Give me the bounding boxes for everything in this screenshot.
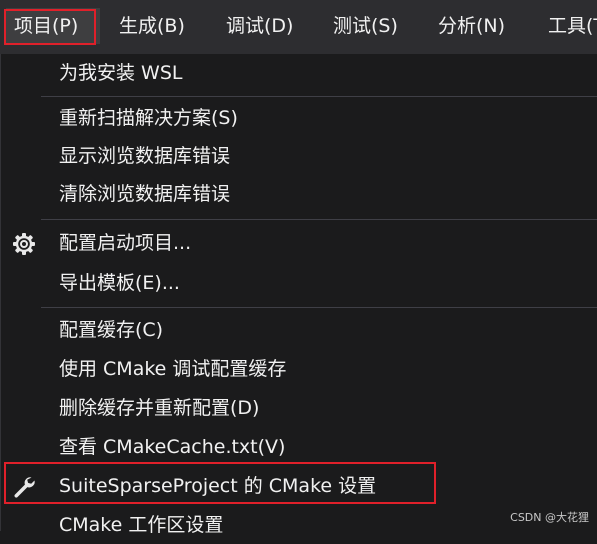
menu-item-label: 清除浏览数据库错误 (59, 183, 231, 205)
menu-project[interactable]: 项目(P) (6, 8, 100, 44)
project-dropdown-menu: 为我安装 WSL 重新扫描解决方案(S) 显示浏览数据库错误 清除浏览数据库错误 (0, 54, 597, 536)
menu-item-label: 导出模板(E)... (59, 272, 180, 294)
menu-separator (41, 307, 597, 308)
menu-item-label: 重新扫描解决方案(S) (59, 107, 238, 129)
menu-item-label: 配置缓存(C) (59, 319, 164, 341)
menu-analyze[interactable]: 分析(N) (438, 8, 505, 44)
gear-icon (11, 231, 37, 257)
menu-bar: 项目(P) 生成(B) 调试(D) 测试(S) 分析(N) 工具(T (0, 0, 597, 54)
menu-item-cmake-settings[interactable]: SuiteSparseProject 的 CMake 设置 (1, 467, 597, 505)
menu-item-label: 查看 CMakeCache.txt(V) (59, 436, 286, 458)
menu-item-show-browse-db-errors[interactable]: 显示浏览数据库错误 (1, 137, 597, 175)
menu-test[interactable]: 测试(S) (333, 8, 398, 44)
menu-item-configure-cache[interactable]: 配置缓存(C) (1, 311, 597, 349)
menu-separator (41, 219, 597, 220)
menu-item-install-wsl[interactable]: 为我安装 WSL (1, 54, 597, 92)
menu-item-label: CMake 工作区设置 (59, 514, 224, 536)
menu-item-label: SuiteSparseProject 的 CMake 设置 (59, 475, 377, 497)
menu-item-view-cmakecache[interactable]: 查看 CMakeCache.txt(V) (1, 428, 597, 466)
menu-item-label: 显示浏览数据库错误 (59, 145, 231, 167)
menu-tools[interactable]: 工具(T (548, 8, 597, 44)
wrench-icon (11, 474, 37, 500)
menu-item-label: 删除缓存并重新配置(D) (59, 397, 260, 419)
menu-item-clear-browse-db-errors[interactable]: 清除浏览数据库错误 (1, 175, 597, 213)
menu-item-cmake-workspace-settings[interactable]: CMake 工作区设置 (1, 506, 597, 544)
menu-item-label: 使用 CMake 调试配置缓存 (59, 358, 287, 380)
menu-separator (41, 96, 597, 97)
menu-item-configure-startup-projects[interactable]: 配置启动项目... (1, 224, 597, 262)
menu-item-delete-cache-reconfigure[interactable]: 删除缓存并重新配置(D) (1, 389, 597, 427)
watermark: CSDN @大花狸 (510, 511, 589, 524)
menu-debug[interactable]: 调试(D) (226, 8, 293, 44)
menu-item-label: 为我安装 WSL (59, 62, 183, 84)
menu-item-debug-configure-cache[interactable]: 使用 CMake 调试配置缓存 (1, 350, 597, 388)
menu-item-rescan-solution[interactable]: 重新扫描解决方案(S) (1, 99, 597, 137)
menu-item-export-template[interactable]: 导出模板(E)... (1, 264, 597, 302)
menu-build[interactable]: 生成(B) (119, 8, 185, 44)
menu-item-label: 配置启动项目... (59, 232, 192, 254)
